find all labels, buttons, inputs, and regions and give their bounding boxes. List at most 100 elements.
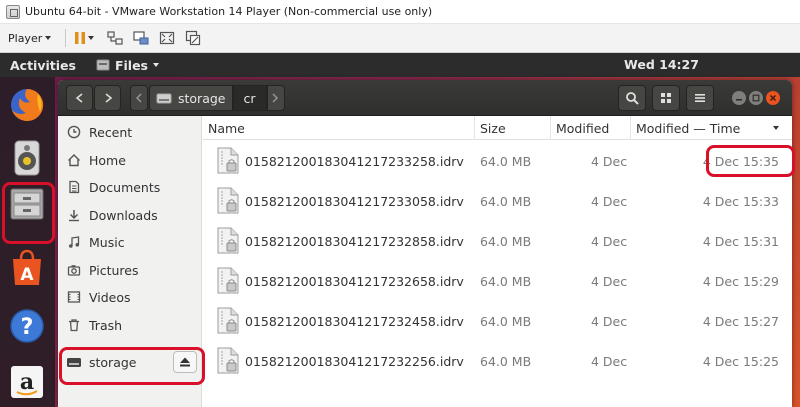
file-icon — [217, 267, 239, 294]
table-row[interactable]: 015821200183041217232858.idrv 64.0 MB 4 … — [203, 221, 792, 261]
sidebar-item-label: Recent — [89, 124, 133, 140]
trash-icon — [66, 317, 82, 333]
vmware-title-bar: Ubuntu 64-bit - VMware Workstation 14 Pl… — [0, 0, 800, 24]
file-modified-time: 4 Dec 15:29 — [702, 273, 779, 289]
fit-guest-button[interactable] — [156, 27, 178, 49]
column-header-modified[interactable]: Modified — [551, 116, 631, 140]
player-menu-button[interactable]: Player — [8, 31, 52, 45]
path-segment-label: storage — [178, 90, 226, 106]
clock-icon — [66, 124, 82, 140]
path-scroll-right-button[interactable] — [266, 85, 285, 111]
close-button[interactable] — [766, 91, 780, 105]
sidebar-item-downloads[interactable]: Downloads — [58, 202, 202, 228]
table-row[interactable]: 015821200183041217232256.idrv 64.0 MB 4 … — [203, 341, 792, 381]
svg-text:?: ? — [21, 315, 34, 340]
dock-software[interactable]: A — [4, 245, 50, 291]
sidebar-item-music[interactable]: Music — [58, 229, 202, 255]
file-modified-time: 4 Dec 15:33 — [702, 193, 779, 209]
removable-devices-button[interactable] — [104, 27, 126, 49]
sidebar-item-recent[interactable]: Recent — [58, 119, 202, 145]
file-name: 015821200183041217232458.idrv — [245, 313, 464, 329]
send-ctrl-alt-del-button[interactable] — [130, 27, 152, 49]
file-icon — [217, 347, 239, 374]
vmware-app-icon — [6, 4, 20, 19]
back-button[interactable] — [66, 85, 93, 111]
file-size: 64.0 MB — [480, 233, 532, 249]
sidebar-item-label: Downloads — [89, 207, 158, 223]
search-button[interactable] — [618, 85, 646, 111]
sidebar-item-videos[interactable]: Videos — [58, 284, 202, 310]
path-segment-storage[interactable]: storage — [149, 85, 233, 111]
dock-firefox[interactable] — [4, 82, 50, 128]
path-segment-cr[interactable]: cr — [232, 85, 267, 111]
sidebar-item-label: Trash — [89, 317, 123, 333]
column-headers: Name Size Modified Modified — Time — [203, 116, 792, 140]
document-icon — [66, 179, 82, 195]
svg-text:a: a — [20, 369, 34, 395]
sidebar-item-trash[interactable]: Trash — [58, 312, 202, 338]
maximize-button[interactable] — [749, 91, 763, 105]
activities-button[interactable]: Activities — [10, 58, 76, 73]
file-size: 64.0 MB — [480, 193, 532, 209]
file-icon — [217, 147, 239, 174]
clock[interactable]: Wed 14:27 — [624, 57, 699, 72]
unity-mode-button[interactable] — [182, 27, 204, 49]
sidebar-item-label: Music — [89, 234, 125, 250]
hamburger-icon — [695, 94, 705, 102]
file-icon — [217, 187, 239, 214]
file-modified: 4 Dec — [591, 153, 628, 169]
chevron-left-icon — [136, 93, 142, 103]
sort-descending-icon — [773, 126, 779, 130]
sidebar-item-documents[interactable]: Documents — [58, 174, 202, 200]
rhythmbox-icon — [14, 140, 40, 176]
file-modified-time: 4 Dec 15:31 — [702, 233, 779, 249]
download-icon — [66, 207, 82, 223]
app-menu-files[interactable]: Files — [96, 58, 159, 73]
table-row[interactable]: 015821200183041217233058.idrv 64.0 MB 4 … — [203, 181, 792, 221]
minimize-button[interactable] — [732, 91, 746, 105]
dock-rhythmbox[interactable] — [4, 135, 50, 181]
file-name: 015821200183041217233058.idrv — [245, 193, 464, 209]
pause-button[interactable] — [72, 27, 95, 49]
unity-icon — [186, 30, 201, 46]
forward-button[interactable] — [94, 85, 121, 111]
file-modified-time: 4 Dec 15:25 — [702, 353, 779, 369]
annotation-files-icon-highlight — [2, 182, 55, 244]
menu-button[interactable] — [686, 85, 714, 111]
column-header-name[interactable]: Name — [203, 116, 475, 140]
sidebar-item-label: Videos — [89, 289, 131, 305]
chevron-down-icon — [153, 63, 159, 67]
table-row[interactable]: 015821200183041217232658.idrv 64.0 MB 4 … — [203, 261, 792, 301]
file-size: 64.0 MB — [480, 313, 532, 329]
view-grid-button[interactable] — [652, 85, 680, 111]
dock-help[interactable]: ? — [4, 303, 50, 349]
camera-icon — [66, 262, 82, 278]
close-icon — [770, 95, 776, 101]
column-header-modified-time[interactable]: Modified — Time — [631, 116, 792, 140]
file-modified: 4 Dec — [591, 233, 628, 249]
table-row[interactable]: 015821200183041217232458.idrv 64.0 MB 4 … — [203, 301, 792, 341]
path-segment-label: cr — [243, 90, 256, 106]
sidebar-item-pictures[interactable]: Pictures — [58, 257, 202, 283]
file-name: 015821200183041217232256.idrv — [245, 353, 464, 369]
table-row[interactable]: 015821200183041217233258.idrv 64.0 MB 4 … — [203, 141, 792, 181]
path-bar: storage cr — [149, 85, 285, 111]
firefox-icon — [11, 88, 44, 121]
files-app-icon — [96, 59, 110, 71]
header-bar: storage cr — [58, 80, 792, 116]
annotation-time-highlight — [706, 145, 795, 177]
file-size: 64.0 MB — [480, 273, 532, 289]
drive-icon — [156, 93, 172, 104]
chevron-right-icon — [272, 93, 278, 103]
file-icon — [217, 307, 239, 334]
chevron-right-icon — [105, 93, 112, 103]
file-modified: 4 Dec — [591, 193, 628, 209]
column-header-size[interactable]: Size — [475, 116, 551, 140]
maximize-icon — [752, 94, 760, 102]
dock-amazon[interactable]: a — [4, 359, 50, 405]
file-name: 015821200183041217232658.idrv — [245, 273, 464, 289]
player-menu-label: Player — [8, 31, 43, 45]
path-scroll-left-button[interactable] — [130, 85, 148, 111]
sidebar-item-home[interactable]: Home — [58, 147, 202, 173]
sidebar-item-label: Documents — [89, 179, 161, 195]
